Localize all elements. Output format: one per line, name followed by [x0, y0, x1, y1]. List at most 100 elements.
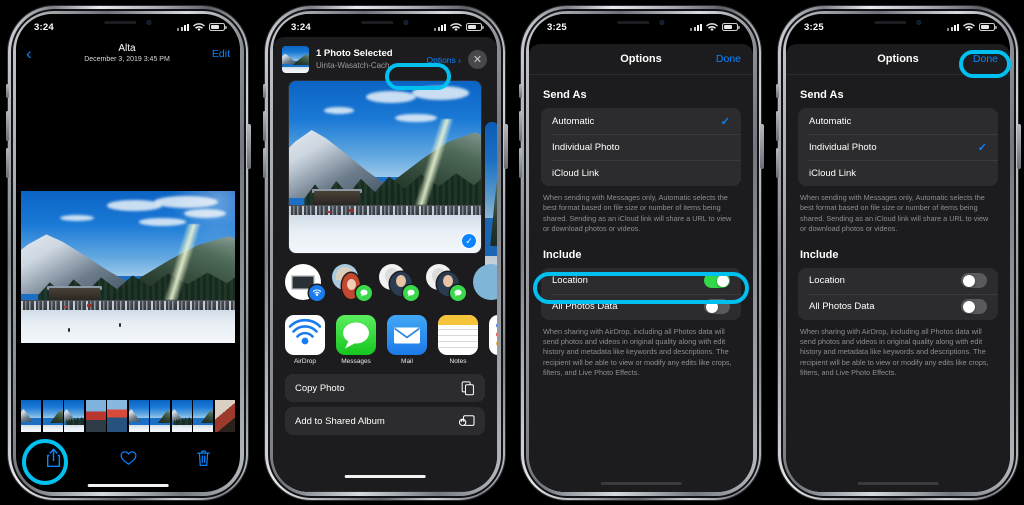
action-label: Copy Photo: [295, 382, 345, 394]
action-add-to-shared-album[interactable]: Add to Shared Album: [285, 407, 485, 435]
photo-nav-bar: ‹ Alta December 3, 2019 3:45 PM Edit: [16, 37, 240, 70]
done-button[interactable]: Done: [973, 53, 998, 65]
volume-down-button[interactable]: [5, 148, 9, 178]
phone-2-screen: 3:24 1 Photo Selected Uinta-Wasatch-Cach…: [273, 14, 497, 492]
volume-up-button[interactable]: [518, 111, 522, 141]
filmstrip-thumb[interactable]: [171, 400, 192, 432]
volume-down-button[interactable]: [262, 148, 266, 178]
location-toggle-row[interactable]: Location: [541, 268, 741, 294]
send-as-option-icloud-link[interactable]: iCloud Link: [541, 160, 741, 186]
send-as-option-automatic[interactable]: Automatic ✓: [541, 108, 741, 134]
filmstrip-thumb[interactable]: [214, 400, 235, 432]
share-sheet-header: 1 Photo Selected Uinta-Wasatch-Cach Opti…: [273, 37, 497, 81]
volume-up-button[interactable]: [262, 111, 266, 141]
home-indicator[interactable]: [344, 474, 426, 478]
action-copy-photo[interactable]: Copy Photo: [285, 374, 485, 402]
edit-button[interactable]: Edit: [206, 48, 230, 60]
send-as-footnote: When sending with Messages only, Automat…: [543, 193, 732, 234]
contact-group-2[interactable]: [426, 264, 466, 301]
app-mail[interactable]: Mail: [387, 315, 427, 365]
contact-group[interactable]: [379, 264, 419, 301]
cellular-bars-icon: [434, 23, 446, 31]
filmstrip-thumb[interactable]: [64, 400, 85, 432]
app-reminders[interactable]: Re: [489, 315, 497, 365]
app-notes[interactable]: Notes: [438, 315, 478, 365]
favorite-button[interactable]: [120, 450, 137, 471]
mute-switch[interactable]: [519, 84, 522, 98]
location-toggle[interactable]: [961, 273, 987, 289]
all-photos-data-toggle-row[interactable]: All Photos Data: [541, 293, 741, 320]
screenshot-stage: 3:24 ‹ Alta December 3, 2019 3:45 PM Edi…: [0, 0, 1024, 505]
battery-icon: [722, 23, 740, 31]
app-airdrop[interactable]: AirDrop: [285, 315, 325, 365]
location-toggle[interactable]: [704, 273, 730, 289]
filmstrip-thumb[interactable]: [21, 400, 42, 432]
home-indicator[interactable]: [87, 483, 169, 487]
mute-switch[interactable]: [263, 84, 266, 98]
share-apps-row: AirDrop Messages Mail Notes: [273, 306, 497, 369]
contact-more[interactable]: [473, 264, 497, 300]
all-photos-data-toggle[interactable]: [704, 299, 730, 315]
send-as-header: Send As: [800, 89, 844, 101]
selected-badge: ✓: [462, 234, 476, 248]
all-photos-data-toggle-row[interactable]: All Photos Data: [798, 293, 998, 320]
airdrop-badge-icon: [309, 285, 325, 301]
filmstrip-thumb[interactable]: [42, 400, 63, 432]
wifi-icon: [450, 22, 462, 31]
power-button[interactable]: [504, 124, 508, 169]
share-button[interactable]: [45, 448, 62, 473]
options-sheet: Options Done Send As Automatic Individua…: [786, 44, 1010, 492]
contact-airdrop-device[interactable]: [285, 264, 325, 301]
photo-main-image[interactable]: [21, 191, 235, 343]
power-button[interactable]: [1017, 124, 1021, 169]
status-indicators: [947, 22, 997, 32]
earpiece-speaker: [104, 20, 137, 25]
volume-down-button[interactable]: [775, 148, 779, 178]
filmstrip-thumb[interactable]: [150, 400, 171, 432]
power-button[interactable]: [247, 124, 251, 169]
location-toggle-row[interactable]: Location: [798, 268, 998, 294]
filmstrip-thumb[interactable]: [193, 400, 214, 432]
cellular-bars-icon: [177, 23, 189, 31]
back-chevron-icon[interactable]: ‹: [26, 45, 48, 62]
send-as-option-icloud-link[interactable]: iCloud Link: [798, 160, 998, 186]
phone-1-photo-viewer: 3:24 ‹ Alta December 3, 2019 3:45 PM Edi…: [5, 6, 251, 500]
home-indicator[interactable]: [857, 481, 939, 485]
checkmark-icon: ✓: [720, 115, 730, 128]
filmstrip-thumb[interactable]: [107, 400, 128, 432]
app-messages[interactable]: Messages: [336, 315, 376, 365]
volume-up-button[interactable]: [5, 111, 9, 141]
send-as-option-individual-photo[interactable]: Individual Photo: [541, 134, 741, 160]
photo-preview[interactable]: ✓: [289, 81, 481, 253]
all-photos-data-toggle[interactable]: [961, 299, 987, 315]
phone-3-options-automatic: 3:25 Options Done Send As Automatic ✓ In…: [518, 6, 764, 500]
send-as-header: Send As: [543, 89, 587, 101]
filmstrip-thumb[interactable]: [85, 400, 106, 432]
mute-switch[interactable]: [6, 84, 9, 98]
notch: [588, 14, 694, 31]
options-header: Options Done: [529, 44, 753, 75]
power-button[interactable]: [760, 124, 764, 169]
home-indicator[interactable]: [600, 481, 682, 485]
delete-button[interactable]: [196, 449, 211, 472]
options-button[interactable]: Options ›: [426, 55, 461, 65]
status-indicators: [690, 22, 740, 32]
photo-filmstrip[interactable]: [21, 400, 235, 432]
shared-item-text: 1 Photo Selected Uinta-Wasatch-Cach: [316, 48, 419, 71]
page-title: Alta: [118, 42, 136, 54]
notes-icon: [438, 315, 478, 355]
done-button[interactable]: Done: [716, 53, 741, 65]
phone-4-screen: 3:25 Options Done Send As Automatic Indi…: [786, 14, 1010, 492]
option-label: Location: [809, 275, 845, 287]
contact-pair[interactable]: [332, 264, 372, 301]
app-label: Messages: [341, 358, 371, 365]
photo-toolbar: [16, 440, 240, 480]
mute-switch[interactable]: [776, 84, 779, 98]
cellular-bars-icon: [947, 23, 959, 31]
send-as-option-individual-photo[interactable]: Individual Photo ✓: [798, 134, 998, 160]
volume-up-button[interactable]: [775, 111, 779, 141]
volume-down-button[interactable]: [518, 148, 522, 178]
filmstrip-thumb[interactable]: [128, 400, 149, 432]
close-button[interactable]: ✕: [468, 50, 487, 69]
send-as-option-automatic[interactable]: Automatic: [798, 108, 998, 134]
